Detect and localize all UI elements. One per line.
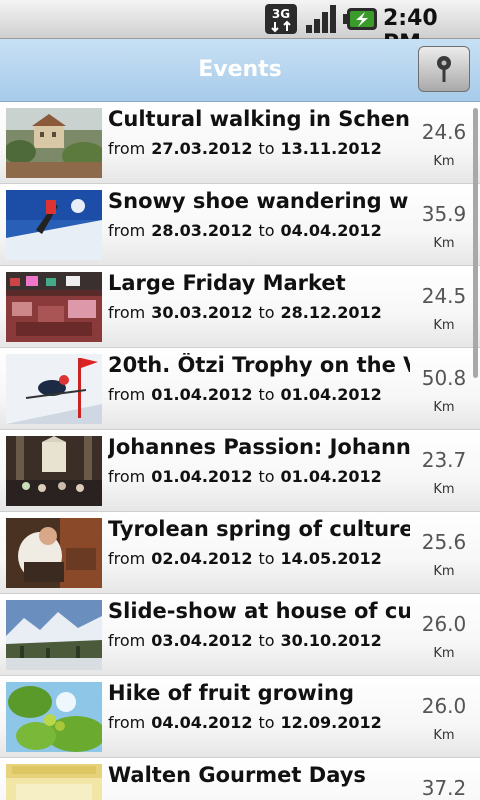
event-title: 20th. Ötzi Trophy on the Val S — [108, 353, 410, 377]
event-dates: from 03.04.2012 to 30.10.2012 — [108, 631, 382, 650]
distance-unit: Km — [433, 728, 455, 743]
battery-charging-icon — [343, 8, 377, 30]
event-dates: from 04.04.2012 to 12.09.2012 — [108, 713, 382, 732]
event-row[interactable]: Snowy shoe wandering with from 28.03.2012… — [0, 184, 480, 266]
event-title: Hike of fruit growing — [108, 681, 354, 705]
status-bar: 3G 2:40 PM — [0, 0, 480, 56]
event-dates: from 01.04.2012 to 01.04.2012 — [108, 467, 382, 486]
event-title: Slide-show at house of cultu — [108, 599, 410, 623]
event-row[interactable]: Tyrolean spring of culture from 02.04.201… — [0, 512, 480, 594]
event-distance: 25.6 — [421, 530, 467, 554]
event-dates: from 28.03.2012 to 04.04.2012 — [108, 221, 382, 240]
distance-unit: Km — [433, 564, 455, 579]
distance-unit: Km — [433, 318, 455, 333]
event-row[interactable]: Large Friday Market from 30.03.2012 to 28.1… — [0, 266, 480, 348]
event-row[interactable]: Johannes Passion: Johann Se from01.04.20… — [0, 430, 480, 512]
event-dates: from 30.03.2012 to 28.12.2012 — [108, 303, 382, 322]
event-title: Tyrolean spring of culture — [108, 517, 410, 541]
event-dates: from 27.03.2012 to 13.11.2012 — [108, 139, 382, 158]
event-row[interactable]: Slide-show at house of cultu from03.04.2… — [0, 594, 480, 676]
event-distance: 37.2 — [421, 776, 467, 800]
distance-unit: Km — [433, 646, 455, 661]
event-distance: 50.8 — [421, 366, 467, 390]
event-row[interactable]: Cultural walking in Schenna from 27.03.20… — [0, 102, 480, 184]
event-thumbnail — [6, 190, 102, 260]
event-title: Cultural walking in Schenna — [108, 107, 410, 131]
event-distance: 26.0 — [421, 694, 467, 718]
map-pin-icon — [437, 56, 451, 82]
events-list[interactable]: Cultural walking in Schenna from 27.03.20… — [0, 102, 480, 800]
svg-text:3G: 3G — [272, 7, 290, 21]
event-distance: 24.6 — [421, 120, 467, 144]
event-row[interactable]: 20th. Ötzi Trophy on the Val S from01.04… — [0, 348, 480, 430]
3g-data-icon: 3G — [265, 4, 297, 34]
event-thumbnail — [6, 682, 102, 752]
distance-unit: Km — [433, 400, 455, 415]
event-title: Snowy shoe wandering with — [108, 189, 410, 213]
event-title: Large Friday Market — [108, 271, 346, 295]
map-button[interactable] — [418, 46, 470, 92]
event-row[interactable]: Walten Gourmet Days 37.2 — [0, 758, 480, 800]
event-thumbnail — [6, 436, 102, 506]
event-thumbnail — [6, 600, 102, 670]
distance-unit: Km — [433, 236, 455, 251]
event-title: Johannes Passion: Johann Se — [108, 435, 410, 459]
event-thumbnail — [6, 764, 102, 800]
event-thumbnail — [6, 108, 102, 178]
signal-strength-icon — [306, 5, 336, 33]
list-scrollbar[interactable] — [473, 108, 478, 378]
event-title: Walten Gourmet Days — [108, 763, 366, 787]
event-row[interactable]: Hike of fruit growing from 04.04.2012 to 12… — [0, 676, 480, 758]
distance-unit: Km — [433, 154, 455, 169]
page-title: Events — [198, 57, 282, 82]
title-bar: Events — [0, 39, 480, 102]
event-distance: 23.7 — [421, 448, 467, 472]
event-distance: 24.5 — [421, 284, 467, 308]
event-distance: 26.0 — [421, 612, 467, 636]
event-distance: 35.9 — [421, 202, 467, 226]
event-dates: from 02.04.2012 to 14.05.2012 — [108, 549, 382, 568]
event-thumbnail — [6, 354, 102, 424]
distance-unit: Km — [433, 482, 455, 497]
event-thumbnail — [6, 272, 102, 342]
event-thumbnail — [6, 518, 102, 588]
event-dates: from 01.04.2012 to 01.04.2012 — [108, 385, 382, 404]
